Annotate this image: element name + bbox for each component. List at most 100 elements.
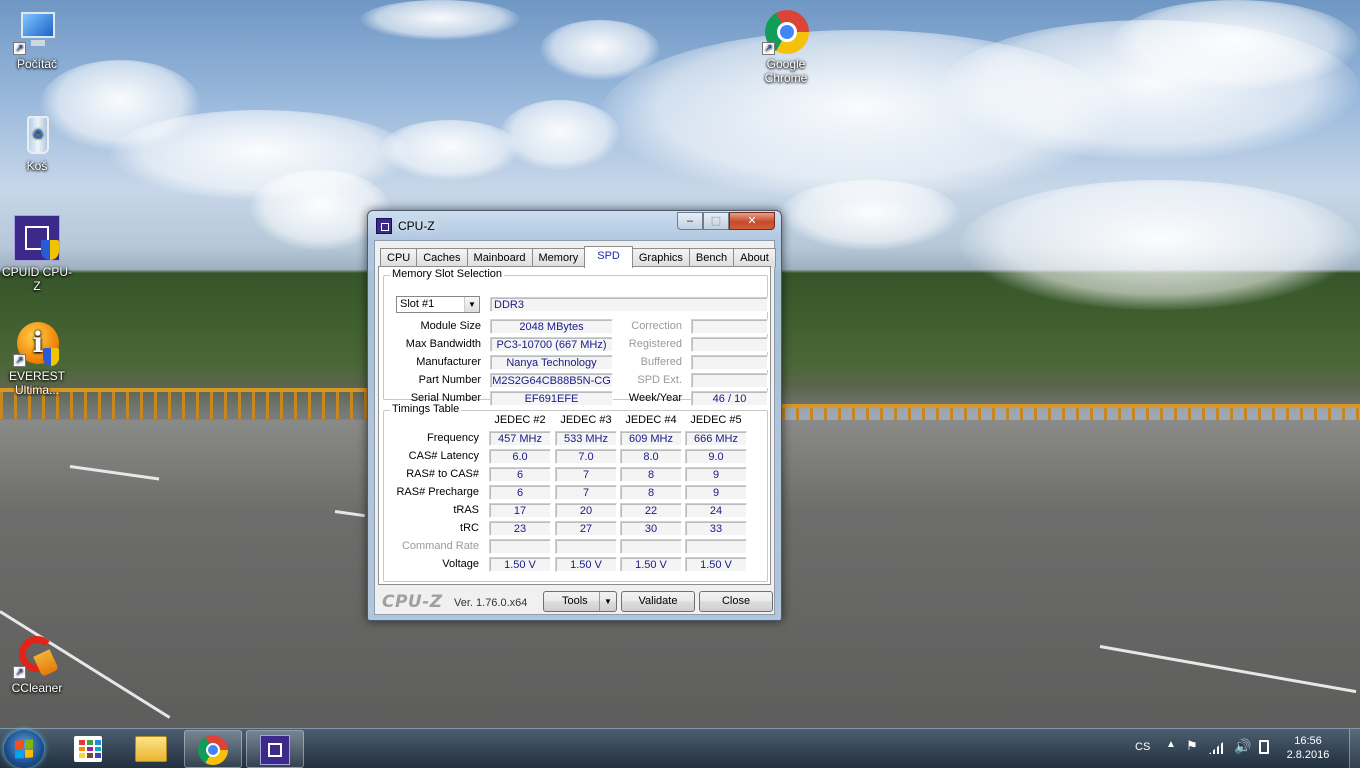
week-year-label: Week/Year <box>628 392 682 404</box>
timings-cell: 9 <box>685 467 747 482</box>
timings-row-label: Frequency <box>427 432 479 444</box>
system-tray: CS ▲ ⚑ 🔊 16:56 2.8.2016 <box>1120 729 1360 768</box>
tab-memory[interactable]: Memory <box>531 248 586 268</box>
timings-cell: 33 <box>685 521 747 536</box>
buffered-label: Buffered <box>640 356 682 368</box>
manufacturer-label: Manufacturer <box>416 356 481 368</box>
timings-cell: 7 <box>555 485 617 500</box>
cpuz-window[interactable]: CPU-Z ‒ □ ✕ CPU Caches Mainboard Memory … <box>367 210 782 621</box>
tab-mainboard[interactable]: Mainboard <box>466 248 533 268</box>
desktop-icon-cpuz[interactable]: CPUID CPU-Z <box>0 214 74 293</box>
minimize-button[interactable]: ‒ <box>677 212 703 230</box>
start-button[interactable] <box>4 730 44 768</box>
timings-cell: 6 <box>489 485 551 500</box>
cloud <box>360 0 520 40</box>
desktop-icon-computer[interactable]: ↗ Počítač <box>0 10 74 71</box>
timings-cell: 22 <box>620 503 682 518</box>
tab-graphics[interactable]: Graphics <box>631 248 690 268</box>
power-icon[interactable] <box>1259 740 1269 754</box>
timings-cell: 30 <box>620 521 682 536</box>
tab-about[interactable]: About <box>733 248 776 268</box>
spd-panel: Memory Slot Selection Slot #1 ▼ DDR3 Mod… <box>378 266 771 585</box>
timings-row-label: CAS# Latency <box>408 450 479 462</box>
tools-button[interactable]: Tools ▼ <box>543 591 617 612</box>
timings-cell <box>685 539 747 554</box>
desktop-icon-recycle-bin[interactable]: ♻ Koš <box>0 112 74 173</box>
correction-value <box>691 319 768 334</box>
cpuz-logo: CPU-Z <box>382 592 443 612</box>
max-bandwidth-value: PC3-10700 (667 MHz) <box>490 337 613 352</box>
tab-bench[interactable]: Bench <box>688 248 735 268</box>
timings-cell: 1.50 V <box>555 557 617 572</box>
timings-cell: 666 MHz <box>685 431 747 446</box>
memory-slot-group-title: Memory Slot Selection <box>390 268 505 280</box>
clock-time: 16:56 <box>1294 735 1322 747</box>
volume-icon[interactable]: 🔊 <box>1234 738 1251 755</box>
chevron-down-icon[interactable]: ▼ <box>464 297 479 312</box>
computer-icon: ↗ <box>13 10 59 55</box>
memory-slot-group: Memory Slot Selection Slot #1 ▼ DDR3 Mod… <box>383 268 768 406</box>
desktop-icon-ccleaner[interactable]: ↗ CCleaner <box>0 634 74 695</box>
timings-cell: 1.50 V <box>489 557 551 572</box>
windows-logo-icon <box>15 739 33 759</box>
close-button[interactable]: Close <box>699 591 773 612</box>
cpuz-icon <box>260 735 290 765</box>
module-size-label: Module Size <box>420 320 481 332</box>
taskbar-explorer[interactable] <box>122 730 180 768</box>
timings-cell: 27 <box>555 521 617 536</box>
taskbar-metro-apps[interactable] <box>60 730 118 768</box>
timings-group-title: Timings Table <box>390 403 462 415</box>
timings-cell: 7.0 <box>555 449 617 464</box>
cloud <box>540 20 660 80</box>
tab-cpu[interactable]: CPU <box>380 248 418 268</box>
tab-spd[interactable]: SPD <box>584 246 633 268</box>
timings-row-label: tRAS <box>453 504 479 516</box>
timings-row-label: RAS# to CAS# <box>406 468 479 480</box>
manufacturer-value: Nanya Technology <box>490 355 613 370</box>
show-hidden-icons-icon[interactable]: ▲ <box>1166 739 1176 750</box>
timings-cell: 7 <box>555 467 617 482</box>
timings-cell: 457 MHz <box>489 431 551 446</box>
clock[interactable]: 16:56 2.8.2016 <box>1282 734 1334 762</box>
timings-cell: 609 MHz <box>620 431 682 446</box>
part-number-value: M2S2G64CB88B5N-CG <box>490 373 613 388</box>
recycle-bin-icon: ♻ <box>15 112 59 156</box>
timings-cell: 1.50 V <box>685 557 747 572</box>
timings-cell: 6.0 <box>489 449 551 464</box>
timings-cell: 17 <box>489 503 551 518</box>
desktop-icon-chrome[interactable]: ↗ Google Chrome <box>749 10 823 85</box>
timings-column-header: JEDEC #2 <box>494 414 546 426</box>
timings-cell <box>489 539 551 554</box>
cloud <box>380 120 520 180</box>
desktop-icon-everest[interactable]: i ↗ EVEREST Ultima... <box>0 322 74 397</box>
spd-ext-label: SPD Ext. <box>637 374 682 386</box>
max-bandwidth-label: Max Bandwidth <box>405 338 481 350</box>
show-desktop-button[interactable] <box>1349 729 1360 768</box>
timings-cell: 9.0 <box>685 449 747 464</box>
window-client: CPU Caches Mainboard Memory SPD Graphics… <box>374 240 776 615</box>
maximize-button[interactable]: □ <box>703 212 729 230</box>
taskbar-cpuz[interactable] <box>246 730 304 768</box>
window-title: CPU-Z <box>398 219 435 233</box>
chevron-down-icon[interactable]: ▼ <box>599 592 616 611</box>
timings-cell: 23 <box>489 521 551 536</box>
close-window-button[interactable]: ✕ <box>729 212 775 230</box>
tab-caches[interactable]: Caches <box>416 248 468 268</box>
taskbar-chrome[interactable] <box>184 730 242 768</box>
cloud <box>1110 0 1360 90</box>
network-signal-icon[interactable] <box>1209 742 1223 754</box>
clock-date: 2.8.2016 <box>1286 749 1330 761</box>
tab-strip: CPU Caches Mainboard Memory SPD Graphics… <box>380 246 776 268</box>
language-indicator[interactable]: CS <box>1135 741 1150 753</box>
timings-cell: 24 <box>685 503 747 518</box>
explorer-icon <box>135 736 167 762</box>
action-center-flag-icon[interactable]: ⚑ <box>1186 738 1198 754</box>
timings-cell <box>620 539 682 554</box>
version-label: Ver. 1.76.0.x64 <box>454 597 528 609</box>
serial-number-value: EF691EFE <box>490 391 613 406</box>
validate-button[interactable]: Validate <box>621 591 695 612</box>
window-titlebar[interactable]: CPU-Z <box>376 217 435 235</box>
cpuz-app-icon <box>376 218 392 234</box>
slot-select[interactable]: Slot #1 ▼ <box>396 296 480 313</box>
timings-cell: 6 <box>489 467 551 482</box>
